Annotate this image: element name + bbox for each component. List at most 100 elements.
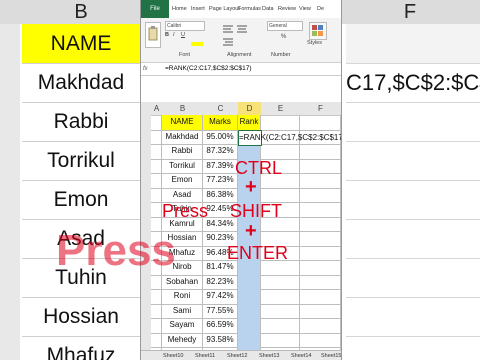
name-cell[interactable]: Sayam: [162, 318, 203, 334]
cell[interactable]: [300, 115, 341, 131]
row-header[interactable]: [141, 187, 151, 203]
rank-cell-selected[interactable]: [238, 303, 261, 319]
row-header[interactable]: [141, 289, 151, 305]
sheet-tab[interactable]: Sheet13: [259, 351, 280, 360]
row-header[interactable]: [141, 144, 151, 160]
row-header[interactable]: [141, 332, 151, 348]
marks-cell[interactable]: 87.32%: [203, 144, 238, 160]
cell[interactable]: [300, 332, 341, 348]
cell[interactable]: [300, 289, 341, 305]
cell[interactable]: [261, 274, 300, 290]
cell[interactable]: [261, 303, 300, 319]
name-cell[interactable]: Rabbi: [162, 144, 203, 160]
tab-page-layout[interactable]: Page Layout: [209, 0, 240, 18]
cell[interactable]: [300, 260, 341, 276]
marks-cell[interactable]: 93.58%: [203, 332, 238, 348]
cell[interactable]: [300, 202, 341, 218]
name-header-cell[interactable]: NAME: [162, 115, 203, 131]
cell[interactable]: [300, 187, 341, 203]
sheet-tab[interactable]: Sheet12: [227, 351, 248, 360]
tab-home[interactable]: Home: [172, 0, 187, 18]
row-header[interactable]: [141, 318, 151, 334]
name-cell[interactable]: Roni: [162, 289, 203, 305]
cell[interactable]: [261, 332, 300, 348]
row-header[interactable]: [141, 274, 151, 290]
tab-formulas[interactable]: Formulas: [238, 0, 261, 18]
cell[interactable]: [151, 202, 162, 218]
cell[interactable]: [151, 303, 162, 319]
cell[interactable]: [261, 318, 300, 334]
name-cell[interactable]: Sami: [162, 303, 203, 319]
tab-review[interactable]: Review: [278, 0, 296, 18]
cell[interactable]: [151, 274, 162, 290]
name-cell[interactable]: Makhdad: [162, 129, 203, 145]
cell[interactable]: [151, 129, 162, 145]
tab-file[interactable]: File: [141, 0, 169, 18]
styles-button[interactable]: [309, 22, 327, 40]
marks-cell[interactable]: 97.42%: [203, 289, 238, 305]
rank-cell-selected[interactable]: [238, 274, 261, 290]
row-header[interactable]: [141, 202, 151, 218]
row-header[interactable]: [141, 303, 151, 319]
cell[interactable]: [151, 115, 162, 131]
paste-button[interactable]: [145, 22, 161, 48]
marks-cell[interactable]: 77.55%: [203, 303, 238, 319]
font-name-select[interactable]: Calibri: [165, 21, 205, 31]
cell[interactable]: [151, 318, 162, 334]
marks-cell[interactable]: 87.39%: [203, 158, 238, 174]
cell[interactable]: [151, 332, 162, 348]
tab-insert[interactable]: Insert: [191, 0, 205, 18]
number-format-select[interactable]: General: [267, 21, 303, 31]
cell[interactable]: [151, 144, 162, 160]
underline-button[interactable]: U: [181, 32, 185, 38]
sheet-tab[interactable]: Sheet11: [195, 351, 215, 360]
percent-style-button[interactable]: %: [281, 34, 286, 40]
tab-view[interactable]: View: [299, 0, 311, 18]
col-header-e[interactable]: E: [261, 102, 301, 116]
row-header[interactable]: [141, 158, 151, 174]
cell[interactable]: [300, 231, 341, 247]
cell[interactable]: [300, 173, 341, 189]
rank-cell-selected[interactable]: [238, 318, 261, 334]
marks-cell[interactable]: 95.00%: [203, 129, 238, 145]
marks-cell[interactable]: 82.23%: [203, 274, 238, 290]
cell[interactable]: [300, 158, 341, 174]
cell[interactable]: [261, 115, 300, 131]
alignment-icons[interactable]: [221, 22, 261, 48]
cell[interactable]: [300, 274, 341, 290]
cell[interactable]: [300, 318, 341, 334]
row-header[interactable]: [141, 173, 151, 189]
row-header[interactable]: [141, 115, 151, 131]
cell[interactable]: [300, 144, 341, 160]
marks-cell[interactable]: 77.23%: [203, 173, 238, 189]
cell[interactable]: [300, 245, 341, 261]
rank-formula-cell[interactable]: =RANK(C2:C17,$C$2:$C$17): [238, 129, 341, 146]
sheet-tab[interactable]: Sheet15: [321, 351, 341, 360]
rank-cell-selected[interactable]: [238, 332, 261, 348]
bold-button[interactable]: B: [165, 32, 169, 38]
marks-header-cell[interactable]: Marks: [203, 115, 238, 131]
name-cell[interactable]: Sobahan: [162, 274, 203, 290]
name-cell[interactable]: Emon: [162, 173, 203, 189]
sheet-tab[interactable]: Sheet10: [163, 351, 184, 360]
name-cell[interactable]: Torrikul: [162, 158, 203, 174]
cell[interactable]: [300, 216, 341, 232]
row-header[interactable]: [141, 129, 151, 145]
tab-developer[interactable]: De: [317, 0, 324, 18]
cell[interactable]: [300, 303, 341, 319]
name-cell[interactable]: Mehedy: [162, 332, 203, 348]
marks-cell[interactable]: 66.59%: [203, 318, 238, 334]
fill-color-button[interactable]: [191, 42, 203, 46]
col-header-c[interactable]: C: [203, 102, 239, 116]
cell[interactable]: [151, 173, 162, 189]
fx-icon[interactable]: fx: [143, 63, 148, 75]
cell[interactable]: [261, 289, 300, 305]
formula-input[interactable]: =RANK(C2:C17,$C$2:$C$17): [165, 63, 252, 75]
col-header-d[interactable]: D: [238, 102, 262, 116]
col-header-f[interactable]: F: [300, 102, 341, 116]
cell[interactable]: [151, 187, 162, 203]
tab-data[interactable]: Data: [262, 0, 274, 18]
cell[interactable]: [151, 158, 162, 174]
rank-header-cell[interactable]: Rank: [238, 115, 261, 131]
cell[interactable]: [151, 289, 162, 305]
